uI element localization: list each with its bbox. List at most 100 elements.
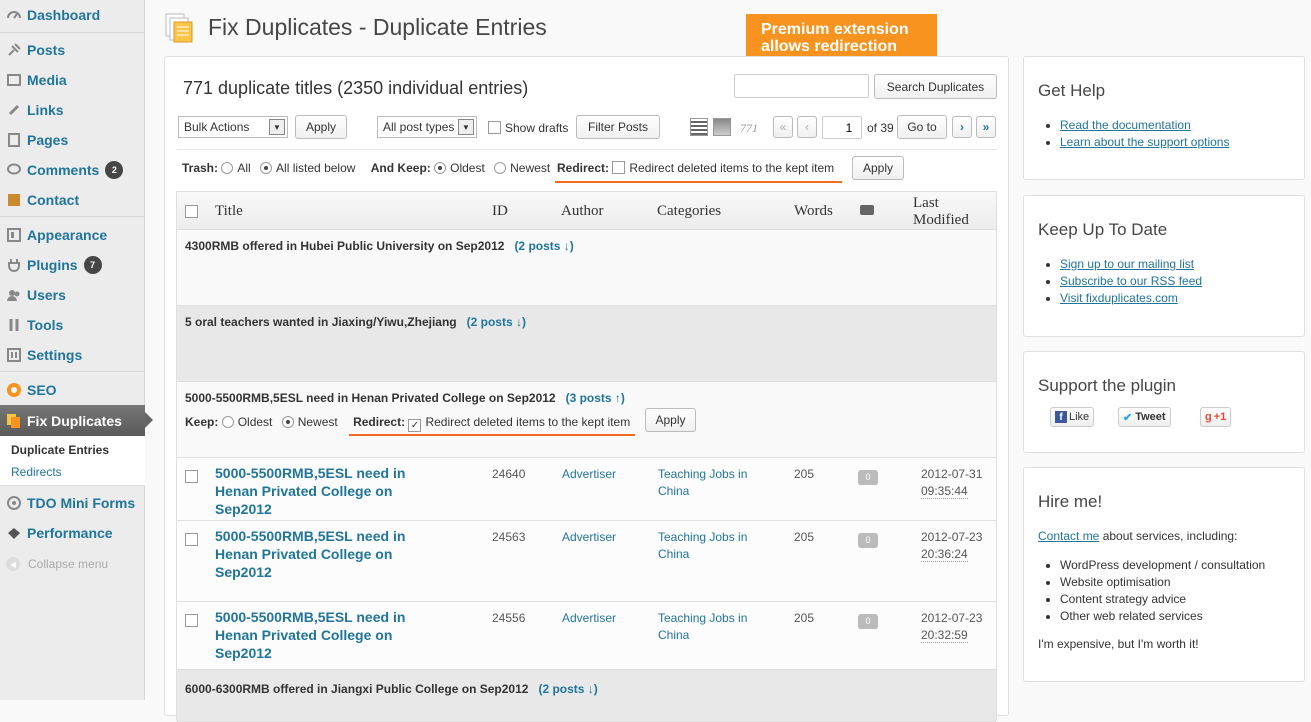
group-keep-options: Keep: Oldest Newest Redirect: ✓ Redirect …	[185, 415, 631, 432]
row-checkbox[interactable]	[185, 470, 198, 483]
row-title-link[interactable]: 5000-5500RMB,5ESL need in Henan Privated…	[215, 464, 445, 518]
list-item: Website optimisation	[1060, 574, 1265, 591]
last-page-button[interactable]: »	[976, 116, 996, 138]
menu-media[interactable]: Media	[0, 65, 145, 95]
collapse-menu[interactable]: ◀ Collapse menu	[6, 557, 108, 571]
menu-posts[interactable]: Posts	[0, 35, 145, 65]
row-checkbox[interactable]	[185, 533, 198, 546]
group-title: 4300RMB offered in Hubei Public Universi…	[185, 239, 574, 253]
redirect-checkbox[interactable]	[612, 161, 626, 174]
submenu-redirects[interactable]: Redirects	[11, 465, 62, 479]
row-words: 205	[794, 467, 815, 481]
items-count: 771	[740, 121, 758, 135]
row-category-link[interactable]: Teaching Jobs in China	[658, 610, 768, 644]
menu-links[interactable]: Links	[0, 95, 145, 125]
mailing-list-link[interactable]: Sign up to our mailing list	[1060, 257, 1194, 271]
row-author-link[interactable]: Advertiser	[562, 610, 616, 627]
menu-contact[interactable]: Contact	[0, 185, 145, 215]
menu-dashboard[interactable]: Dashboard	[0, 0, 145, 30]
menu-tdo-mini-forms[interactable]: TDO Mini Forms	[0, 488, 145, 518]
col-categories[interactable]: Categories	[657, 203, 721, 220]
duplicates-page-icon	[164, 12, 196, 44]
dropdown-arrow-icon: ▼	[458, 119, 474, 135]
show-drafts-checkbox[interactable]	[488, 121, 501, 134]
menu-performance[interactable]: Performance	[0, 518, 145, 548]
group-redirect-checkbox[interactable]: ✓	[408, 419, 422, 432]
list-item: Learn about the support options	[1060, 134, 1229, 151]
group-expand-link[interactable]: (2 posts ↓)	[538, 682, 597, 696]
documentation-link[interactable]: Read the documentation	[1060, 118, 1191, 132]
goto-page-button[interactable]: Go to	[897, 115, 947, 139]
toolbar-divider	[177, 149, 997, 150]
first-page-button[interactable]: «	[773, 116, 793, 138]
menu-appearance[interactable]: Appearance	[0, 220, 145, 250]
tweet-button[interactable]: ✔ Tweet	[1118, 407, 1171, 427]
dropdown-arrow-icon: ▼	[269, 119, 285, 135]
select-all-checkbox[interactable]	[185, 205, 198, 218]
contact-me-link[interactable]: Contact me	[1038, 529, 1099, 543]
submenu-duplicate-entries[interactable]: Duplicate Entries	[11, 443, 109, 457]
col-author[interactable]: Author	[561, 203, 604, 220]
menu-pages[interactable]: Pages	[0, 125, 145, 155]
tools-icon	[6, 317, 22, 333]
current-page-input[interactable]	[822, 116, 862, 139]
website-link[interactable]: Visit fixduplicates.com	[1060, 291, 1178, 305]
row-comments[interactable]: 0	[858, 468, 878, 485]
list-view-icon[interactable]	[690, 118, 708, 136]
rss-feed-link[interactable]: Subscribe to our RSS feed	[1060, 274, 1202, 288]
col-id[interactable]: ID	[492, 203, 508, 220]
google-plus-button[interactable]: g +1	[1200, 407, 1232, 427]
hire-intro: Contact me about services, including:	[1038, 529, 1238, 543]
comments-column-icon[interactable]	[860, 205, 874, 215]
support-options-link[interactable]: Learn about the support options	[1060, 135, 1229, 149]
excerpt-view-icon[interactable]	[713, 118, 731, 136]
plugins-count-badge: 7	[83, 256, 102, 274]
col-last-modified[interactable]: Last Modified	[913, 195, 969, 229]
group-collapse-link[interactable]: (3 posts ↑)	[566, 391, 625, 405]
col-words[interactable]: Words	[794, 203, 833, 220]
row-words: 205	[794, 530, 815, 544]
row-title-link[interactable]: 5000-5500RMB,5ESL need in Henan Privated…	[215, 608, 445, 662]
menu-comments[interactable]: Comments 2	[0, 155, 145, 185]
filter-posts-button[interactable]: Filter Posts	[576, 115, 660, 139]
prev-page-button[interactable]: ‹	[797, 116, 817, 138]
bulk-apply-button[interactable]: Apply	[295, 115, 347, 139]
row-title-link[interactable]: 5000-5500RMB,5ESL need in Henan Privated…	[215, 527, 445, 581]
group-expand-link[interactable]: (2 posts ↓)	[514, 239, 573, 253]
group-title: 5 oral teachers wanted in Jiaxing/Yiwu,Z…	[185, 315, 526, 329]
menu-fix-duplicates[interactable]: Fix Duplicates	[0, 405, 153, 436]
group-keep-newest-radio[interactable]	[281, 416, 294, 428]
keep-newest-radio[interactable]	[494, 162, 507, 174]
trash-apply-button[interactable]: Apply	[852, 156, 904, 180]
trash-all-radio[interactable]	[221, 162, 234, 174]
row-checkbox[interactable]	[185, 614, 198, 627]
post-types-select[interactable]: All post types ▼	[377, 116, 477, 138]
row-comments[interactable]: 0	[858, 531, 878, 548]
menu-plugins[interactable]: Plugins 7	[0, 250, 145, 280]
menu-separator	[0, 32, 145, 33]
menu-separator	[0, 216, 145, 217]
search-duplicates-button[interactable]: Search Duplicates	[874, 74, 997, 99]
next-page-button[interactable]: ›	[952, 116, 972, 138]
group-apply-button[interactable]: Apply	[645, 408, 696, 432]
row-category-link[interactable]: Teaching Jobs in China	[658, 466, 768, 500]
keep-oldest-radio[interactable]	[434, 162, 447, 174]
menu-users[interactable]: Users	[0, 280, 145, 310]
menu-settings[interactable]: Settings	[0, 340, 145, 370]
search-duplicates-input[interactable]	[734, 74, 869, 98]
facebook-like-button[interactable]: f Like	[1050, 407, 1095, 427]
menu-seo[interactable]: SEO	[0, 375, 145, 405]
show-drafts-toggle[interactable]: Show drafts	[488, 121, 568, 135]
redirect-highlight-line	[555, 181, 842, 183]
group-expand-link[interactable]: (2 posts ↓)	[467, 315, 526, 329]
row-author-link[interactable]: Advertiser	[562, 466, 616, 483]
row-category-link[interactable]: Teaching Jobs in China	[658, 529, 768, 563]
bulk-actions-select[interactable]: Bulk Actions ▼	[178, 116, 288, 138]
group-keep-oldest-radio[interactable]	[221, 416, 234, 428]
row-comments[interactable]: 0	[858, 612, 878, 629]
menu-tools[interactable]: Tools	[0, 310, 145, 340]
trash-listed-radio[interactable]	[260, 162, 273, 174]
col-title[interactable]: Title	[215, 203, 243, 220]
duplicates-icon	[6, 413, 22, 429]
row-author-link[interactable]: Advertiser	[562, 529, 616, 546]
